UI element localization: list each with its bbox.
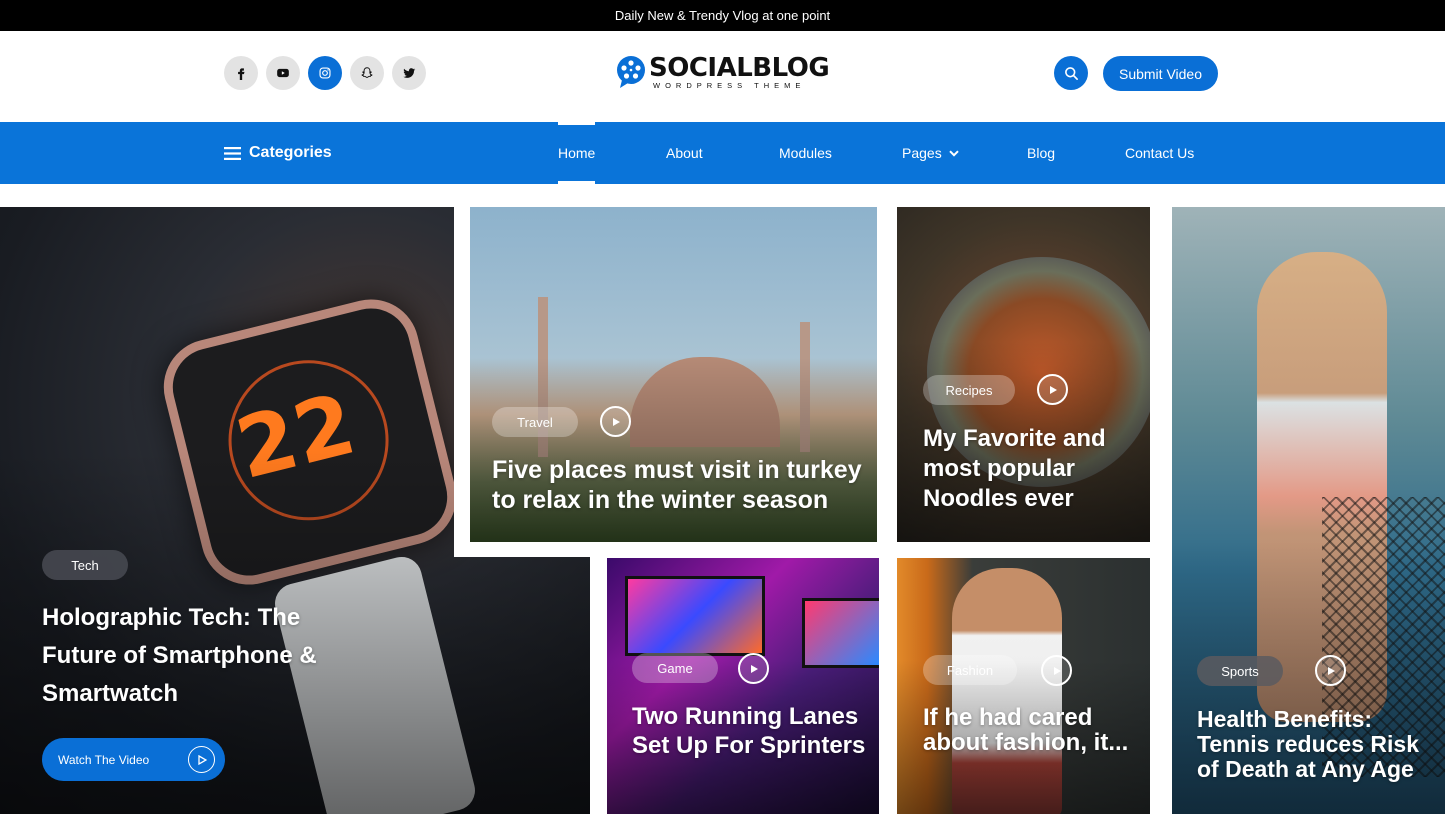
post-card-game[interactable]: Game Two Running Lanes Set Up For Sprint…: [607, 558, 879, 814]
nav-label: Pages: [902, 145, 942, 161]
post-card-travel[interactable]: Travel Five places must visit in turkey …: [470, 207, 877, 542]
nav-item-contact[interactable]: Contact Us: [1125, 122, 1194, 184]
nav-label: Contact Us: [1125, 145, 1195, 161]
hamburger-menu-icon: [224, 146, 241, 160]
play-button[interactable]: [1037, 374, 1068, 405]
category-tag-recipes[interactable]: Recipes: [923, 375, 1015, 405]
snapchat-button[interactable]: [350, 56, 384, 90]
category-tag-tech[interactable]: Tech: [42, 550, 128, 580]
chevron-down-icon: [948, 149, 959, 157]
main-navigation: Categories Home About Modules Pages Blog…: [0, 122, 1445, 184]
logo-tagline: WORDPRESS THEME: [653, 81, 806, 90]
nav-label: Home: [558, 145, 596, 161]
nav-label: Modules: [779, 145, 832, 161]
post-card-fashion[interactable]: Fashion If he had cared about fashion, i…: [897, 558, 1150, 814]
nav-item-modules[interactable]: Modules: [779, 122, 832, 184]
nav-item-home[interactable]: Home: [558, 122, 596, 184]
post-card-sports[interactable]: Sports Health Benefits: Tennis reduces R…: [1172, 207, 1445, 814]
categories-menu-button[interactable]: Categories: [224, 122, 332, 184]
post-title-fashion[interactable]: If he had cared about fashion, it...: [923, 705, 1143, 755]
film-reel-logo-icon: [615, 55, 647, 89]
post-title-travel[interactable]: Five places must visit in turkey to rela…: [492, 455, 872, 515]
youtube-icon: [277, 68, 289, 78]
post-title-sports[interactable]: Health Benefits: Tennis reduces Risk of …: [1197, 707, 1445, 782]
announcement-text: Daily New & Trendy Vlog at one point: [614, 8, 831, 23]
search-icon: [1064, 66, 1078, 80]
play-icon: [1327, 666, 1335, 675]
search-button[interactable]: [1054, 56, 1088, 90]
category-tag-fashion[interactable]: Fashion: [923, 655, 1017, 685]
card-shade: [897, 558, 1150, 814]
category-tag-travel[interactable]: Travel: [492, 407, 578, 437]
post-card-recipes[interactable]: Recipes My Favorite and most popular Noo…: [897, 207, 1150, 542]
category-tag-sports[interactable]: Sports: [1197, 656, 1283, 686]
play-icon: [188, 746, 215, 773]
instagram-icon: [319, 67, 331, 79]
social-links: [224, 56, 426, 90]
facebook-icon: [238, 68, 245, 80]
snapchat-icon: [361, 67, 373, 78]
nav-item-about[interactable]: About: [666, 122, 703, 184]
play-icon: [1049, 385, 1057, 394]
card-shade: [607, 558, 879, 814]
post-title-tech[interactable]: Holographic Tech: The Future of Smartpho…: [42, 599, 342, 713]
play-button[interactable]: [1041, 655, 1072, 686]
facebook-button[interactable]: [224, 56, 258, 90]
twitter-icon: [403, 68, 416, 78]
categories-label: Categories: [249, 144, 332, 161]
top-announcement-bar: Daily New & Trendy Vlog at one point: [0, 0, 1445, 31]
submit-video-button[interactable]: Submit Video: [1103, 56, 1218, 91]
logo-wordmark: SOCIALBLOG: [649, 53, 830, 83]
play-button[interactable]: [738, 653, 769, 684]
nav-label: About: [666, 145, 703, 161]
watch-label: Watch The Video: [58, 752, 150, 767]
post-title-game[interactable]: Two Running Lanes Set Up For Sprinters: [632, 702, 877, 760]
watch-the-video-button[interactable]: Watch The Video: [42, 738, 225, 781]
play-icon: [750, 664, 758, 673]
nav-item-pages[interactable]: Pages: [902, 122, 959, 184]
post-title-recipes[interactable]: My Favorite and most popular Noodles eve…: [923, 424, 1148, 514]
youtube-button[interactable]: [266, 56, 300, 90]
twitter-button[interactable]: [392, 56, 426, 90]
play-button[interactable]: [600, 406, 631, 437]
play-icon: [1053, 666, 1061, 675]
category-tag-game[interactable]: Game: [632, 653, 718, 683]
instagram-button[interactable]: [308, 56, 342, 90]
nav-item-blog[interactable]: Blog: [1027, 122, 1055, 184]
play-icon: [612, 417, 620, 426]
site-header: SOCIALBLOG WORDPRESS THEME Submit Video: [0, 31, 1445, 122]
nav-label: Blog: [1027, 145, 1056, 161]
site-logo[interactable]: SOCIALBLOG WORDPRESS THEME: [615, 53, 830, 90]
play-button[interactable]: [1315, 655, 1346, 686]
